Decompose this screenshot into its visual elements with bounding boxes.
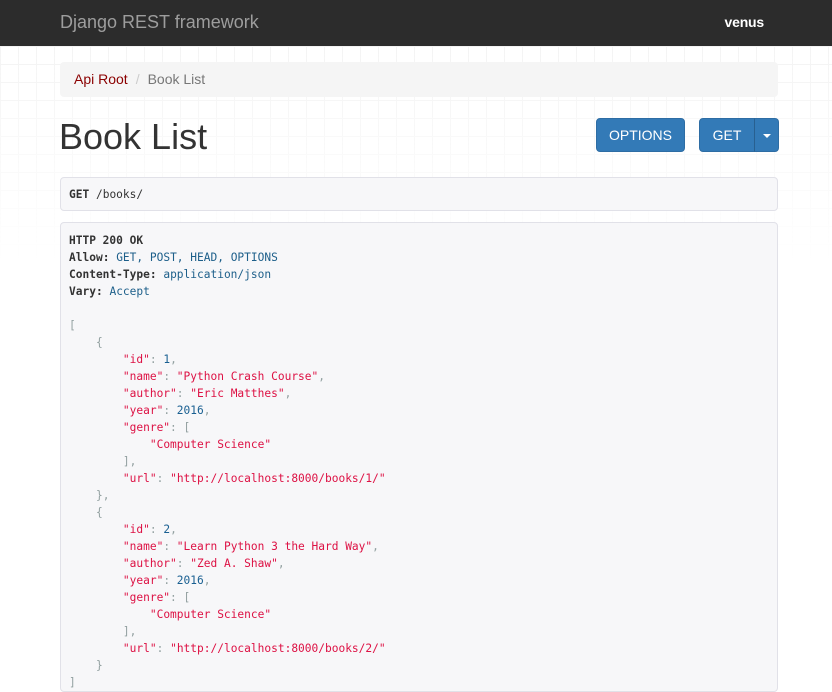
- book-item: { "id": 1, "name": "Python Crash Course"…: [95, 336, 386, 502]
- header-name: Allow:: [69, 251, 110, 264]
- brand-link[interactable]: Django REST framework: [60, 12, 259, 33]
- breadcrumb: Api Root / Book List: [60, 62, 778, 97]
- user-menu[interactable]: venus: [725, 14, 765, 30]
- book-url-link[interactable]: "http://localhost:8000/books/2/": [170, 642, 386, 655]
- request-info: GET /books/: [60, 177, 778, 211]
- header-value: GET, POST, HEAD, OPTIONS: [116, 251, 278, 264]
- caret-down-icon: [762, 134, 771, 139]
- request-path: /books/: [95, 188, 144, 201]
- breadcrumb-book-list: Book List: [147, 71, 206, 87]
- breadcrumb-api-root[interactable]: Api Root: [74, 71, 128, 87]
- response-info: HTTP 200 OK Allow: GET, POST, HEAD, OPTI…: [60, 222, 778, 692]
- header-name: Content-Type:: [69, 268, 157, 281]
- navbar: Django REST framework venus: [0, 0, 832, 46]
- get-format-dropdown[interactable]: [754, 118, 779, 152]
- request-method: GET: [69, 188, 90, 201]
- header-name: Vary:: [69, 285, 103, 298]
- options-button[interactable]: OPTIONS: [596, 118, 685, 152]
- response-status: HTTP 200 OK: [69, 234, 144, 247]
- page-title: Book List: [59, 116, 208, 157]
- book-item: { "id": 2, "name": "Learn Python 3 the H…: [95, 506, 386, 672]
- header-value: application/json: [163, 268, 272, 281]
- breadcrumb-separator: /: [135, 71, 140, 87]
- book-url-link[interactable]: "http://localhost:8000/books/1/": [170, 472, 386, 485]
- header-value: Accept: [109, 285, 150, 298]
- get-button[interactable]: GET: [699, 118, 755, 152]
